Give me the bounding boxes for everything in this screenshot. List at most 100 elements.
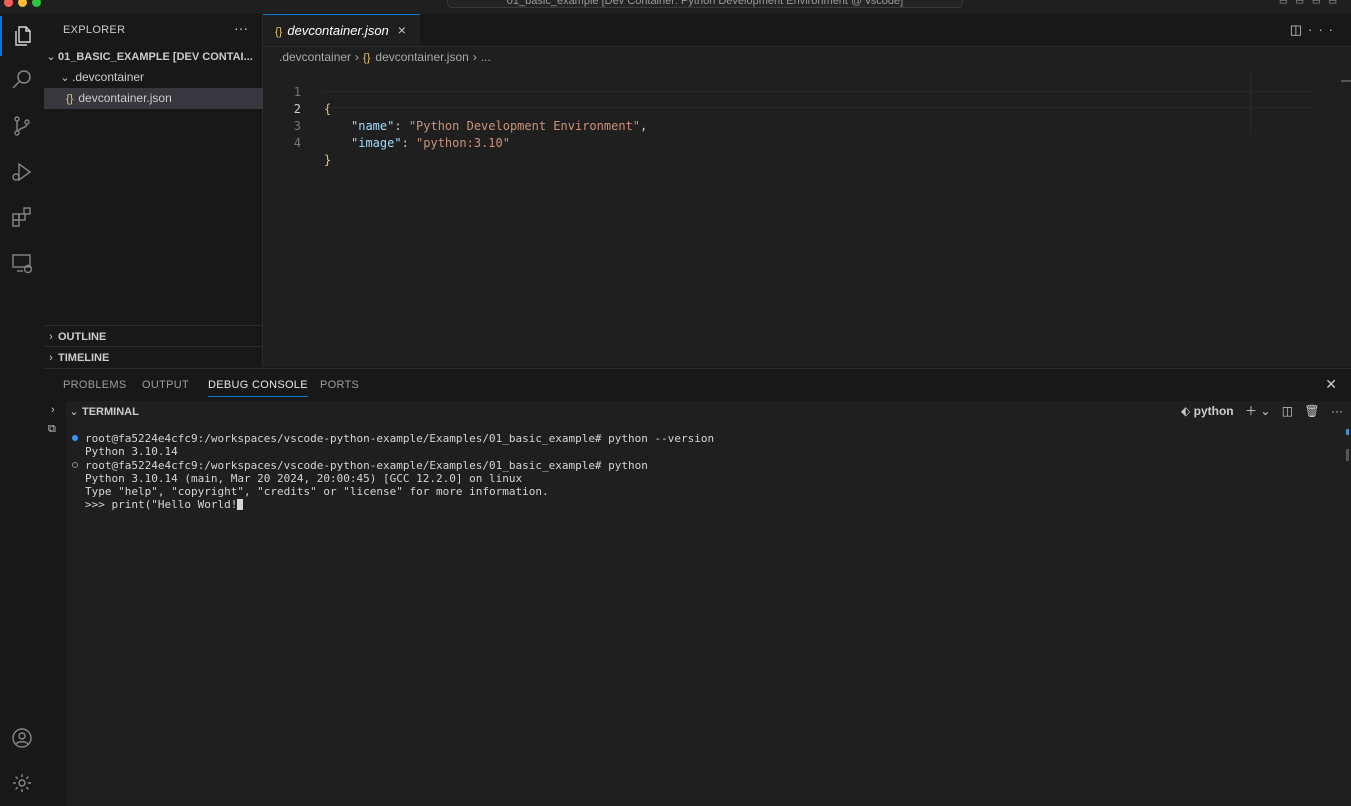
more-actions-icon[interactable]: ··· bbox=[1331, 404, 1343, 418]
tab-output[interactable]: OUTPUT bbox=[142, 379, 189, 391]
minimize-window-icon[interactable] bbox=[18, 0, 27, 7]
explorer-sidebar: EXPLORER ··· ⌄ 01_BASIC_EXAMPLE [DEV CONT… bbox=[44, 14, 284, 368]
file-label: devcontainer.json bbox=[78, 91, 172, 105]
code-line[interactable]: 2 "name": "Python Development Environmen… bbox=[263, 84, 647, 133]
python-shell-icon: ⬖ bbox=[1181, 404, 1191, 418]
split-terminal-icon[interactable]: ◫ bbox=[1282, 404, 1293, 418]
outline-section[interactable]: › OUTLINE bbox=[44, 326, 262, 347]
run-debug-icon bbox=[12, 162, 32, 182]
folder-devcontainer[interactable]: ⌄ .devcontainer bbox=[44, 67, 276, 88]
manage-activity[interactable] bbox=[0, 763, 44, 803]
remote-explorer-icon bbox=[12, 254, 33, 274]
terminal-output[interactable]: root@fa5224e4cfc9:/workspaces/vscode-pyt… bbox=[66, 421, 1351, 806]
folder-label: .devcontainer bbox=[72, 70, 145, 84]
trash-icon[interactable]: 🗑 bbox=[1304, 404, 1319, 418]
terminal-actions: ⬖ python ＋ ⌄ ◫ 🗑 ··· bbox=[1181, 401, 1343, 421]
split-editor-icon[interactable]: ◫ bbox=[1290, 22, 1308, 37]
account-icon bbox=[12, 728, 32, 748]
json-key: "name" bbox=[351, 119, 395, 133]
terminal-line: Python 3.10.14 (main, Mar 20 2024, 20:00… bbox=[85, 472, 523, 485]
more-actions-icon[interactable]: ··· bbox=[1308, 22, 1339, 37]
tab-problems[interactable]: PROBLEMS bbox=[63, 379, 127, 391]
accounts-activity[interactable] bbox=[0, 718, 44, 758]
panel-side-column: › ⧉ bbox=[44, 401, 67, 806]
code-line[interactable]: 1 { bbox=[263, 67, 331, 116]
breadcrumb: .devcontainer ›{} devcontainer.json ›... bbox=[279, 50, 491, 64]
terminal-line: Python 3.10.14 bbox=[85, 445, 178, 458]
source-control-activity[interactable] bbox=[0, 106, 44, 146]
editor-area: {} devcontainer.json × ◫··· .devcontainer ›… bbox=[263, 14, 1351, 367]
chevron-down-icon: ⌄ bbox=[60, 72, 70, 84]
terminal-input[interactable]: >>> print("Hello World! bbox=[85, 498, 237, 511]
current-line-highlight bbox=[323, 91, 1313, 108]
bottom-panel: PROBLEMS OUTPUT DEBUG CONSOLE PORTS ✕ › … bbox=[44, 368, 1351, 806]
terminal-shell-name[interactable]: python bbox=[1194, 404, 1234, 418]
minimap[interactable] bbox=[1250, 74, 1251, 132]
code-line[interactable]: 4 } bbox=[263, 118, 331, 167]
chevron-right-icon[interactable]: › bbox=[51, 404, 55, 416]
terminal-scrollbar[interactable] bbox=[1346, 449, 1349, 461]
code-line[interactable]: 3 "image": "python:3.10" bbox=[263, 101, 510, 150]
manage-gear-icon bbox=[13, 774, 31, 792]
breadcrumb-folder[interactable]: .devcontainer bbox=[279, 50, 351, 64]
terminal-cursor bbox=[237, 499, 244, 510]
window-controls[interactable] bbox=[4, 0, 46, 10]
workspace-root-label: 01_BASIC_EXAMPLE [DEV CONTAI... bbox=[58, 51, 253, 63]
new-terminal-icon[interactable]: ⧉ bbox=[48, 423, 56, 436]
layout-controls[interactable]: ▭▭▭▭ bbox=[1279, 0, 1345, 7]
tab-label: devcontainer.json bbox=[287, 23, 389, 38]
files-icon bbox=[15, 26, 31, 46]
chevron-right-icon: › bbox=[355, 50, 360, 64]
command-success-icon[interactable] bbox=[72, 435, 78, 441]
run-debug-activity[interactable] bbox=[0, 152, 44, 192]
json-file-icon: {} bbox=[66, 93, 74, 105]
search-activity[interactable] bbox=[0, 60, 44, 100]
close-brace: } bbox=[324, 153, 332, 167]
chevron-right-icon: › bbox=[49, 331, 53, 343]
chevron-down-icon[interactable]: ⌄ bbox=[66, 402, 82, 422]
explorer-activity[interactable] bbox=[0, 16, 44, 56]
json-string: "python:3.10" bbox=[416, 136, 510, 150]
timeline-section[interactable]: › TIMELINE bbox=[44, 347, 262, 368]
terminal-line: Type "help", "copyright", "credits" or "… bbox=[85, 485, 549, 498]
json-file-icon: {} bbox=[275, 26, 283, 38]
explorer-title: EXPLORER bbox=[63, 24, 126, 36]
terminal-line: root@fa5224e4cfc9:/workspaces/vscode-pyt… bbox=[85, 432, 715, 445]
activity-bar bbox=[0, 14, 45, 805]
json-file-icon: {} bbox=[363, 52, 371, 64]
chevron-right-icon: › bbox=[472, 50, 477, 64]
extensions-icon bbox=[12, 207, 31, 227]
close-panel-icon[interactable]: ✕ bbox=[1325, 376, 1337, 393]
json-string: "Python Development Environment" bbox=[408, 119, 640, 133]
editor-scrollbar[interactable] bbox=[1341, 80, 1351, 82]
search-icon bbox=[12, 70, 31, 89]
command-center[interactable]: 01_basic_example [Dev Container: Python … bbox=[447, 0, 963, 8]
json-key: "image" bbox=[351, 136, 402, 150]
close-icon[interactable]: × bbox=[398, 22, 406, 38]
chevron-down-icon[interactable]: ⌄ bbox=[1260, 404, 1270, 418]
open-brace: { bbox=[324, 102, 332, 116]
explorer-more-actions[interactable]: ··· bbox=[234, 20, 248, 36]
tab-devcontainer-json[interactable]: {} devcontainer.json × bbox=[263, 14, 420, 46]
breadcrumb-file[interactable]: devcontainer.json bbox=[375, 50, 468, 64]
add-terminal-icon[interactable]: ＋ bbox=[1245, 404, 1257, 418]
terminal-line: root@fa5224e4cfc9:/workspaces/vscode-pyt… bbox=[85, 459, 648, 472]
tab-debug-console[interactable]: DEBUG CONSOLE bbox=[208, 379, 308, 397]
editor-actions[interactable]: ◫··· bbox=[1290, 22, 1339, 38]
extensions-activity[interactable] bbox=[0, 197, 44, 237]
title-bar: 01_basic_example [Dev Container: Python … bbox=[0, 0, 1351, 14]
outline-label: OUTLINE bbox=[58, 331, 107, 343]
terminal-title[interactable]: TERMINAL bbox=[82, 406, 139, 418]
terminal-header: ⌄ TERMINAL ⬖ python ＋ ⌄ ◫ 🗑 ··· bbox=[66, 401, 1351, 421]
tab-ports[interactable]: PORTS bbox=[320, 379, 359, 391]
command-running-icon[interactable] bbox=[72, 462, 78, 468]
source-control-icon bbox=[14, 116, 30, 136]
breadcrumb-tail[interactable]: ... bbox=[481, 50, 491, 64]
timeline-label: TIMELINE bbox=[58, 352, 110, 364]
remote-explorer-activity[interactable] bbox=[0, 243, 44, 283]
workspace-root[interactable]: ⌄ 01_BASIC_EXAMPLE [DEV CONTAI... bbox=[44, 46, 262, 67]
zoom-window-icon[interactable] bbox=[32, 0, 41, 7]
file-devcontainer-json[interactable]: {} devcontainer.json bbox=[44, 88, 284, 109]
terminal-scroll-marker[interactable] bbox=[1346, 429, 1349, 435]
close-window-icon[interactable] bbox=[4, 0, 13, 7]
